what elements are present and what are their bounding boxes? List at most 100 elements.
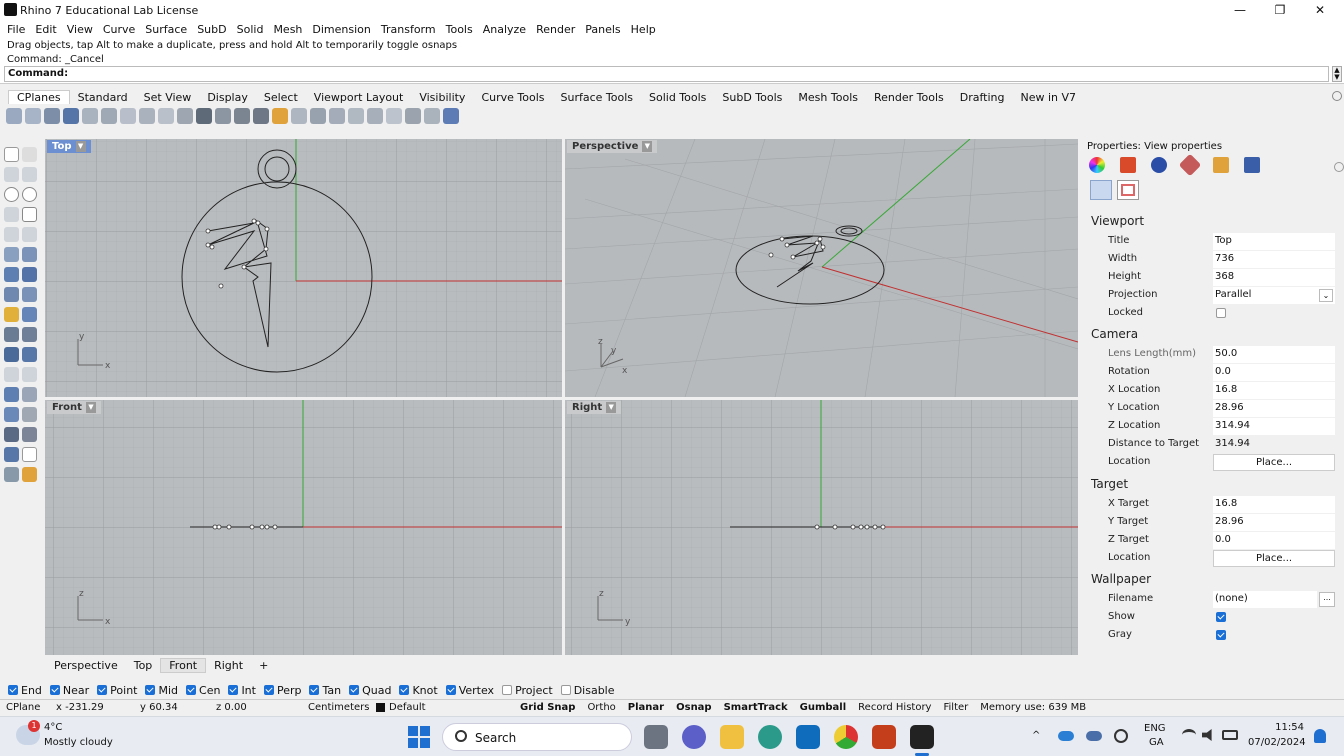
- rotation-input[interactable]: 0.0: [1213, 364, 1335, 381]
- cplane-curve-icon[interactable]: [177, 108, 193, 124]
- osnap-quad[interactable]: Quad: [349, 684, 391, 697]
- language-primary[interactable]: ENG: [1144, 723, 1166, 734]
- checkbox-icon[interactable]: [502, 685, 513, 695]
- viewport-front[interactable]: zx Front ▼: [45, 400, 562, 655]
- light-icon[interactable]: [22, 467, 37, 482]
- checkbox-icon[interactable]: [399, 685, 410, 695]
- arc-icon[interactable]: [4, 207, 19, 222]
- menu-edit[interactable]: Edit: [30, 23, 61, 36]
- vp-tab-perspective[interactable]: Perspective: [46, 659, 126, 672]
- osnap-knot[interactable]: Knot: [399, 684, 438, 697]
- dropdown-arrow-icon[interactable]: ▼: [85, 402, 96, 413]
- status-osnap[interactable]: Osnap: [670, 702, 717, 713]
- menu-subd[interactable]: SubD: [192, 23, 231, 36]
- surface-icon[interactable]: [4, 247, 19, 262]
- cplane-undo-icon[interactable]: [291, 108, 307, 124]
- osnap-int[interactable]: Int: [228, 684, 256, 697]
- menu-file[interactable]: File: [2, 23, 30, 36]
- viewport-label-perspective[interactable]: Perspective ▼: [567, 140, 658, 153]
- task-view-icon[interactable]: [644, 725, 668, 749]
- tab-standard[interactable]: Standard: [70, 91, 136, 104]
- osnap-tan[interactable]: Tan: [309, 684, 341, 697]
- tab-curve-tools[interactable]: Curve Tools: [473, 91, 552, 104]
- viewport-right[interactable]: zy Right ▼: [565, 400, 1078, 655]
- checkbox-icon[interactable]: [49, 685, 60, 695]
- checkbox-icon[interactable]: [560, 685, 571, 695]
- analyze-icon[interactable]: [4, 447, 19, 462]
- checkbox-icon[interactable]: [8, 685, 18, 695]
- status-ortho[interactable]: Ortho: [581, 702, 621, 713]
- edge-icon[interactable]: [758, 725, 782, 749]
- notification-bell-icon[interactable]: [1314, 729, 1326, 743]
- wallpaper-show-checkbox[interactable]: [1216, 612, 1226, 622]
- cplane-surface-icon[interactable]: [405, 108, 421, 124]
- osnap-end[interactable]: End: [8, 684, 42, 697]
- cplane-redo-icon[interactable]: [310, 108, 326, 124]
- camera-place-button[interactable]: Place...: [1213, 454, 1335, 471]
- status-gumball[interactable]: Gumball: [794, 702, 853, 713]
- status-planar[interactable]: Planar: [622, 702, 670, 713]
- menu-surface[interactable]: Surface: [140, 23, 192, 36]
- teams-icon[interactable]: [682, 725, 706, 749]
- tab-mesh-tools[interactable]: Mesh Tools: [790, 91, 866, 104]
- dropdown-arrow-icon[interactable]: ▼: [642, 141, 653, 152]
- cplane-world-right-icon[interactable]: [44, 108, 60, 124]
- osnap-point[interactable]: Point: [97, 684, 137, 697]
- y-target-input[interactable]: 28.96: [1213, 514, 1335, 531]
- cplane-view-icon[interactable]: [196, 108, 212, 124]
- z-target-input[interactable]: 0.0: [1213, 532, 1335, 549]
- maximize-button[interactable]: ❐: [1260, 0, 1300, 20]
- cplane-paste-icon[interactable]: [348, 108, 364, 124]
- vp-tab-right[interactable]: Right: [206, 659, 251, 672]
- scale-icon[interactable]: [22, 407, 37, 422]
- transform-icon[interactable]: [4, 307, 19, 322]
- viewport-top[interactable]: yx Top ▼: [45, 139, 562, 397]
- circle-icon[interactable]: [4, 187, 19, 202]
- checkbox-icon[interactable]: [349, 685, 360, 695]
- menu-curve[interactable]: Curve: [98, 23, 140, 36]
- tab-subd-tools[interactable]: SubD Tools: [714, 91, 790, 104]
- panel-options-icon[interactable]: [1334, 162, 1344, 172]
- checkbox-icon[interactable]: [228, 685, 239, 695]
- fillet-icon[interactable]: [22, 347, 37, 362]
- sync-icon[interactable]: [1114, 729, 1128, 743]
- osnap-perp[interactable]: Perp: [263, 684, 301, 697]
- polygon-icon[interactable]: [4, 227, 19, 242]
- curve-icon[interactable]: [22, 167, 37, 182]
- vp-tab-top[interactable]: Top: [126, 659, 161, 672]
- check-icon[interactable]: [22, 447, 37, 462]
- tab-new-in-v7[interactable]: New in V7: [1013, 91, 1085, 104]
- cplane-perpendicular-icon[interactable]: [424, 108, 440, 124]
- viewport-label-front[interactable]: Front ▼: [47, 401, 101, 414]
- cplane-flip-icon[interactable]: [386, 108, 402, 124]
- checkbox-icon[interactable]: [445, 685, 456, 695]
- wallpaper-filename-input[interactable]: (none): [1213, 591, 1317, 608]
- onedrive-icon[interactable]: [1058, 731, 1074, 741]
- cplane-origin-icon[interactable]: [63, 108, 79, 124]
- menu-transform[interactable]: Transform: [376, 23, 441, 36]
- chevron-up-icon[interactable]: ^: [1032, 730, 1040, 741]
- cplane-world-front-icon[interactable]: [25, 108, 41, 124]
- dimension-icon[interactable]: [4, 327, 19, 342]
- locked-checkbox[interactable]: [1216, 308, 1226, 318]
- cplane-mouse-icon[interactable]: [443, 108, 459, 124]
- menu-help[interactable]: Help: [626, 23, 661, 36]
- projection-select[interactable]: Parallel: [1213, 287, 1335, 304]
- align-icon[interactable]: [22, 427, 37, 442]
- status-filter[interactable]: Filter: [937, 702, 974, 713]
- taskbar-search[interactable]: Search: [442, 723, 632, 751]
- cplane-grid-icon[interactable]: [234, 108, 250, 124]
- volume-icon[interactable]: [1202, 729, 1212, 741]
- dropdown-arrow-icon[interactable]: ▼: [606, 402, 617, 413]
- osnap-disable[interactable]: Disable: [560, 684, 615, 697]
- osnap-cen[interactable]: Cen: [186, 684, 220, 697]
- curve-tools-icon[interactable]: [22, 227, 37, 242]
- checkbox-icon[interactable]: [186, 685, 197, 695]
- status-cplane[interactable]: CPlane: [0, 702, 50, 713]
- checkbox-icon[interactable]: [97, 685, 108, 695]
- select-arrow-icon[interactable]: [4, 147, 19, 162]
- x-location-input[interactable]: 16.8: [1213, 382, 1335, 399]
- mesh-icon[interactable]: [22, 287, 37, 302]
- folder-icon[interactable]: [272, 108, 288, 124]
- osnap-mid[interactable]: Mid: [145, 684, 178, 697]
